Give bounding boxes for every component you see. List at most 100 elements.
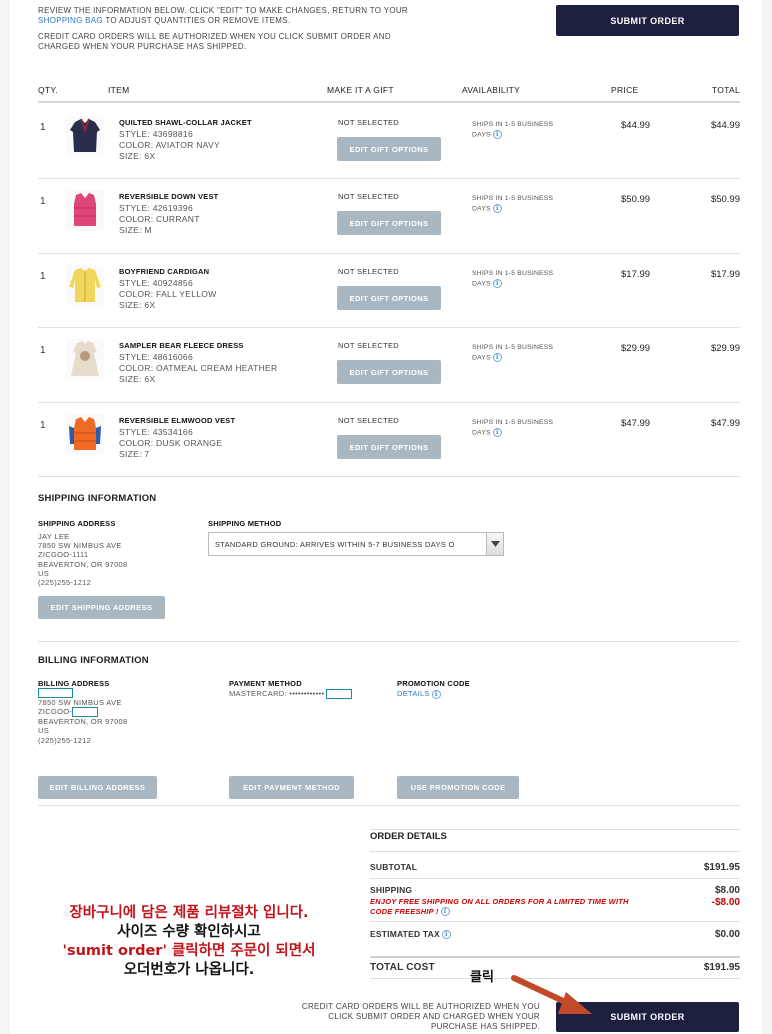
availability-line-2: DAYS — [472, 131, 491, 139]
availability-line-1: SHIPS IN 1-5 BUSINESS — [472, 419, 554, 426]
divider — [370, 851, 740, 852]
use-promotion-code-button[interactable]: USE PROMOTION CODE — [397, 776, 519, 799]
item-total: $17.99 — [710, 269, 740, 280]
col-header-price: PRICE — [611, 85, 639, 95]
info-icon[interactable]: i — [492, 204, 502, 213]
header-divider — [38, 101, 740, 103]
product-thumbnail[interactable] — [66, 190, 104, 230]
product-color: COLOR: CURRANT — [119, 214, 200, 224]
review-instructions: REVIEW THE INFORMATION BELOW. CLICK "EDI… — [38, 6, 448, 51]
info-icon[interactable]: i — [492, 130, 502, 139]
product-thumbnail[interactable] — [66, 116, 104, 156]
shipping-info-title: SHIPPING INFORMATION — [38, 493, 157, 504]
address-line: JAY LEE — [38, 532, 70, 541]
chevron-down-icon[interactable] — [486, 533, 503, 555]
row-divider — [38, 476, 740, 477]
product-name[interactable]: QUILTED SHAWL-COLLAR JACKET — [119, 118, 252, 127]
divider — [370, 878, 740, 879]
payment-method-title: PAYMENT METHOD — [229, 679, 302, 688]
edit-billing-address-button[interactable]: EDIT BILLING ADDRESS — [38, 776, 157, 799]
shipping-address-title: SHIPPING ADDRESS — [38, 519, 116, 528]
address-line: (225)255-1212 — [38, 578, 92, 588]
col-header-qty: QTY. — [38, 85, 58, 95]
redacted-name — [38, 688, 73, 699]
item-total: $50.99 — [710, 194, 740, 205]
availability-line-2: DAYS — [472, 280, 491, 288]
promo-discount: -$8.00 — [711, 897, 740, 908]
table-row: 1 REVERSIBLE DOWN VEST STYLE: 42619396 C… — [38, 178, 740, 252]
product-thumbnail[interactable] — [66, 414, 104, 454]
product-name[interactable]: REVERSIBLE DOWN VEST — [119, 192, 218, 201]
divider — [370, 921, 740, 922]
table-row: 1 REVERSIBLE ELMWOOD VEST STYLE: 4353416… — [38, 402, 740, 476]
shipping-value: $8.00 — [714, 885, 740, 896]
availability-line-2: DAYS — [472, 205, 491, 213]
edit-gift-options-button[interactable]: EDIT GIFT OPTIONS — [337, 137, 441, 161]
product-color: COLOR: DUSK ORANGE — [119, 438, 223, 448]
promo-line-1: ENJOY FREE SHIPPING ON ALL ORDERS FOR A … — [370, 897, 629, 906]
promotion-code-title: PROMOTION CODE — [397, 679, 470, 688]
tax-label-text: ESTIMATED TAX — [370, 929, 440, 939]
jacket-image — [66, 116, 104, 156]
availability-text: SHIPS IN 1-5 BUSINESS DAYS i — [472, 194, 572, 214]
order-details-title: ORDER DETAILS — [370, 831, 447, 842]
product-name[interactable]: BOYFRIEND CARDIGAN — [119, 267, 209, 276]
info-icon[interactable]: i — [492, 428, 502, 437]
product-name[interactable]: REVERSIBLE ELMWOOD VEST — [119, 416, 235, 425]
edit-gift-options-button[interactable]: EDIT GIFT OPTIONS — [337, 286, 441, 310]
address-line: ZICGOO- — [38, 707, 73, 717]
product-size: SIZE: 6X — [119, 300, 156, 310]
edit-shipping-address-button[interactable]: EDIT SHIPPING ADDRESS — [38, 596, 165, 619]
payment-method-value: MASTERCARD: •••••••••••• — [229, 689, 353, 700]
divider — [370, 956, 740, 958]
item-qty: 1 — [40, 345, 46, 356]
shipping-method-title: SHIPPING METHOD — [208, 519, 282, 528]
gift-status: NOT SELECTED — [338, 416, 399, 425]
product-style: STYLE: 48616066 — [119, 352, 193, 362]
info-icon[interactable]: i — [431, 689, 441, 699]
product-size: SIZE: M — [119, 225, 152, 235]
address-line: US — [38, 726, 50, 736]
edit-gift-options-button[interactable]: EDIT GIFT OPTIONS — [337, 211, 441, 235]
address-line: ZICGOO-1111 — [38, 550, 89, 560]
product-thumbnail[interactable] — [66, 265, 104, 305]
info-icon[interactable]: i — [441, 930, 451, 940]
product-style: STYLE: 40924856 — [119, 278, 193, 288]
item-price: $47.99 — [621, 418, 651, 429]
edit-gift-options-button[interactable]: EDIT GIFT OPTIONS — [337, 360, 441, 384]
redacted-code — [72, 707, 99, 718]
order-details-top-rule — [370, 829, 740, 830]
edit-payment-method-button[interactable]: EDIT PAYMENT METHOD — [229, 776, 354, 799]
shipping-method-select[interactable]: STANDARD GROUND: ARRIVES WITHIN 5-7 BUSI… — [208, 532, 504, 556]
col-header-availability: AVAILABILITY — [462, 85, 521, 95]
vest-image — [66, 190, 104, 230]
gift-status: NOT SELECTED — [338, 192, 399, 201]
item-qty: 1 — [40, 271, 46, 282]
promo-details: DETAILS i — [397, 689, 441, 699]
edit-gift-options-button[interactable]: EDIT GIFT OPTIONS — [337, 435, 441, 459]
info-icon[interactable]: i — [492, 279, 502, 288]
product-name[interactable]: SAMPLER BEAR FLEECE DRESS — [119, 341, 244, 350]
info-icon[interactable]: i — [440, 907, 450, 917]
subtotal-value: $191.95 — [703, 862, 740, 873]
item-total: $44.99 — [710, 120, 740, 131]
address-line: BEAVERTON, OR 97008 — [38, 559, 128, 569]
info-icon[interactable]: i — [492, 353, 502, 362]
product-style: STYLE: 42619396 — [119, 203, 193, 213]
item-price: $50.99 — [621, 194, 651, 205]
item-qty: 1 — [40, 420, 46, 431]
review-line-2: TO ADJUST QUANTITIES OR REMOVE ITEMS. — [105, 15, 291, 25]
item-price: $17.99 — [621, 269, 651, 280]
submit-order-button-top[interactable]: SUBMIT ORDER — [556, 5, 739, 36]
address-line: BEAVERTON, OR 97008 — [38, 717, 128, 727]
redacted-card — [326, 689, 353, 700]
tax-label: ESTIMATED TAX i — [370, 929, 451, 940]
col-header-item: ITEM — [108, 85, 130, 95]
total-label: TOTAL COST — [370, 962, 435, 973]
section-divider — [38, 641, 740, 642]
shopping-bag-link[interactable]: SHOPPING BAG — [38, 16, 103, 25]
product-thumbnail[interactable] — [66, 339, 104, 379]
shipping-address: JAY LEE 7850 SW NIMBUS AVE ZICGOO-1111 B… — [38, 532, 128, 587]
promo-details-link[interactable]: DETAILS — [397, 689, 430, 698]
annotation-line-4: 오더번호가 나옵니다. — [123, 962, 255, 978]
